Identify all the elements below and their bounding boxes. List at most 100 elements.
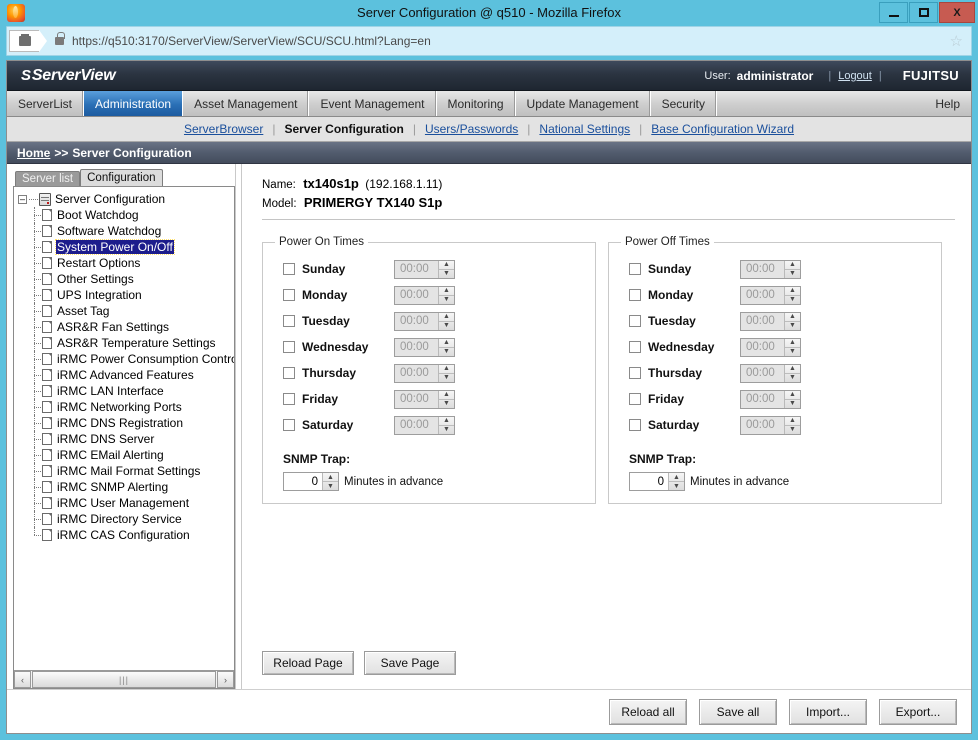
spinner-down-icon[interactable]: ▼ bbox=[785, 348, 800, 356]
spinner-down-icon[interactable]: ▼ bbox=[439, 296, 454, 304]
checkbox-sunday[interactable] bbox=[629, 263, 641, 275]
scrollbar-thumb[interactable]: ||| bbox=[32, 671, 216, 688]
scrollbar-track[interactable]: ||| bbox=[31, 671, 217, 688]
spinner-down-icon[interactable]: ▼ bbox=[439, 374, 454, 382]
spinner-up-icon[interactable]: ▲ bbox=[323, 473, 338, 482]
tab-event-management[interactable]: Event Management bbox=[309, 91, 437, 116]
time-stepper-tuesday[interactable]: 00:00 ▲ ▼ bbox=[740, 311, 801, 331]
site-identity-button[interactable] bbox=[9, 30, 47, 52]
power-on-snmp-stepper[interactable]: 0 ▲ ▼ bbox=[283, 472, 339, 491]
spinner-up-icon[interactable]: ▲ bbox=[439, 313, 454, 322]
tree-root-node[interactable]: – Server Configuration bbox=[18, 191, 234, 207]
tree-item[interactable]: iRMC Advanced Features bbox=[18, 367, 234, 383]
time-input[interactable]: 00:00 bbox=[395, 364, 439, 382]
tree-item[interactable]: iRMC Directory Service bbox=[18, 511, 234, 527]
time-stepper-saturday[interactable]: 00:00 ▲ ▼ bbox=[394, 415, 455, 435]
spinner-up-icon[interactable]: ▲ bbox=[439, 339, 454, 348]
bookmark-star-icon[interactable]: ☆ bbox=[950, 34, 963, 49]
checkbox-tuesday[interactable] bbox=[283, 315, 295, 327]
checkbox-monday[interactable] bbox=[283, 289, 295, 301]
tree-item[interactable]: iRMC DNS Server bbox=[18, 431, 234, 447]
tree-item[interactable]: iRMC LAN Interface bbox=[18, 383, 234, 399]
spinner-down-icon[interactable]: ▼ bbox=[785, 374, 800, 382]
spinner-up-icon[interactable]: ▲ bbox=[439, 391, 454, 400]
subnav-base-configuration-wizard[interactable]: Base Configuration Wizard bbox=[642, 122, 803, 136]
scroll-right-arrow-icon[interactable]: › bbox=[217, 671, 234, 688]
close-button[interactable]: X bbox=[939, 2, 975, 23]
tree-item[interactable]: iRMC Networking Ports bbox=[18, 399, 234, 415]
spinner-up-icon[interactable]: ▲ bbox=[785, 339, 800, 348]
tree-item[interactable]: iRMC SNMP Alerting bbox=[18, 479, 234, 495]
spinner-up-icon[interactable]: ▲ bbox=[785, 313, 800, 322]
checkbox-tuesday[interactable] bbox=[629, 315, 641, 327]
checkbox-thursday[interactable] bbox=[629, 367, 641, 379]
checkbox-saturday[interactable] bbox=[629, 419, 641, 431]
spinner-down-icon[interactable]: ▼ bbox=[785, 322, 800, 330]
tab-asset-management[interactable]: Asset Management bbox=[183, 91, 310, 116]
power-off-snmp-input[interactable]: 0 bbox=[630, 473, 669, 490]
save-page-button[interactable]: Save Page bbox=[364, 651, 456, 675]
checkbox-monday[interactable] bbox=[629, 289, 641, 301]
minimize-button[interactable] bbox=[879, 2, 908, 23]
tree-item[interactable]: ASR&R Fan Settings bbox=[18, 319, 234, 335]
time-input[interactable]: 00:00 bbox=[395, 338, 439, 356]
spinner-down-icon[interactable]: ▼ bbox=[785, 400, 800, 408]
checkbox-thursday[interactable] bbox=[283, 367, 295, 379]
panel-splitter[interactable] bbox=[235, 164, 242, 689]
tree-item[interactable]: Restart Options bbox=[18, 255, 234, 271]
time-input[interactable]: 00:00 bbox=[395, 286, 439, 304]
reload-page-button[interactable]: Reload Page bbox=[262, 651, 354, 675]
checkbox-sunday[interactable] bbox=[283, 263, 295, 275]
time-stepper-friday[interactable]: 00:00 ▲ ▼ bbox=[740, 389, 801, 409]
time-stepper-sunday[interactable]: 00:00 ▲ ▼ bbox=[740, 259, 801, 279]
tab-help[interactable]: Help bbox=[924, 91, 971, 116]
tree-item[interactable]: Software Watchdog bbox=[18, 223, 234, 239]
time-stepper-wednesday[interactable]: 00:00 ▲ ▼ bbox=[740, 337, 801, 357]
time-input[interactable]: 00:00 bbox=[741, 312, 785, 330]
spinner-down-icon[interactable]: ▼ bbox=[785, 426, 800, 434]
tree-item[interactable]: System Power On/Off bbox=[18, 239, 234, 255]
tree-item[interactable]: iRMC DNS Registration bbox=[18, 415, 234, 431]
tab-monitoring[interactable]: Monitoring bbox=[437, 91, 516, 116]
time-input[interactable]: 00:00 bbox=[741, 390, 785, 408]
spinner-up-icon[interactable]: ▲ bbox=[439, 365, 454, 374]
time-stepper-wednesday[interactable]: 00:00 ▲ ▼ bbox=[394, 337, 455, 357]
time-input[interactable]: 00:00 bbox=[395, 390, 439, 408]
subnav-national-settings[interactable]: National Settings bbox=[530, 122, 639, 136]
tree-item[interactable]: iRMC Mail Format Settings bbox=[18, 463, 234, 479]
spinner-down-icon[interactable]: ▼ bbox=[669, 482, 684, 490]
tree-item[interactable]: Boot Watchdog bbox=[18, 207, 234, 223]
time-stepper-monday[interactable]: 00:00 ▲ ▼ bbox=[394, 285, 455, 305]
time-input[interactable]: 00:00 bbox=[741, 364, 785, 382]
spinner-down-icon[interactable]: ▼ bbox=[439, 426, 454, 434]
time-input[interactable]: 00:00 bbox=[741, 416, 785, 434]
spinner-down-icon[interactable]: ▼ bbox=[785, 296, 800, 304]
spinner-up-icon[interactable]: ▲ bbox=[785, 287, 800, 296]
power-off-snmp-stepper[interactable]: 0 ▲ ▼ bbox=[629, 472, 685, 491]
time-stepper-thursday[interactable]: 00:00 ▲ ▼ bbox=[740, 363, 801, 383]
time-input[interactable]: 00:00 bbox=[395, 260, 439, 278]
spinner-down-icon[interactable]: ▼ bbox=[439, 348, 454, 356]
subnav-users-passwords[interactable]: Users/Passwords bbox=[416, 122, 527, 136]
spinner-up-icon[interactable]: ▲ bbox=[439, 287, 454, 296]
checkbox-friday[interactable] bbox=[629, 393, 641, 405]
spinner-up-icon[interactable]: ▲ bbox=[785, 391, 800, 400]
checkbox-wednesday[interactable] bbox=[629, 341, 641, 353]
time-input[interactable]: 00:00 bbox=[395, 416, 439, 434]
time-stepper-friday[interactable]: 00:00 ▲ ▼ bbox=[394, 389, 455, 409]
spinner-up-icon[interactable]: ▲ bbox=[439, 417, 454, 426]
time-stepper-tuesday[interactable]: 00:00 ▲ ▼ bbox=[394, 311, 455, 331]
checkbox-saturday[interactable] bbox=[283, 419, 295, 431]
expand-collapse-icon[interactable]: – bbox=[18, 194, 27, 204]
spinner-down-icon[interactable]: ▼ bbox=[323, 482, 338, 490]
tree-item[interactable]: Asset Tag bbox=[18, 303, 234, 319]
time-input[interactable]: 00:00 bbox=[395, 312, 439, 330]
tree-item[interactable]: Other Settings bbox=[18, 271, 234, 287]
tree-item[interactable]: UPS Integration bbox=[18, 287, 234, 303]
time-input[interactable]: 00:00 bbox=[741, 286, 785, 304]
spinner-down-icon[interactable]: ▼ bbox=[785, 270, 800, 278]
power-on-snmp-input[interactable]: 0 bbox=[284, 473, 323, 490]
tree-horizontal-scrollbar[interactable]: ‹ ||| › bbox=[14, 670, 234, 688]
export-button[interactable]: Export... bbox=[879, 698, 957, 725]
time-input[interactable]: 00:00 bbox=[741, 338, 785, 356]
